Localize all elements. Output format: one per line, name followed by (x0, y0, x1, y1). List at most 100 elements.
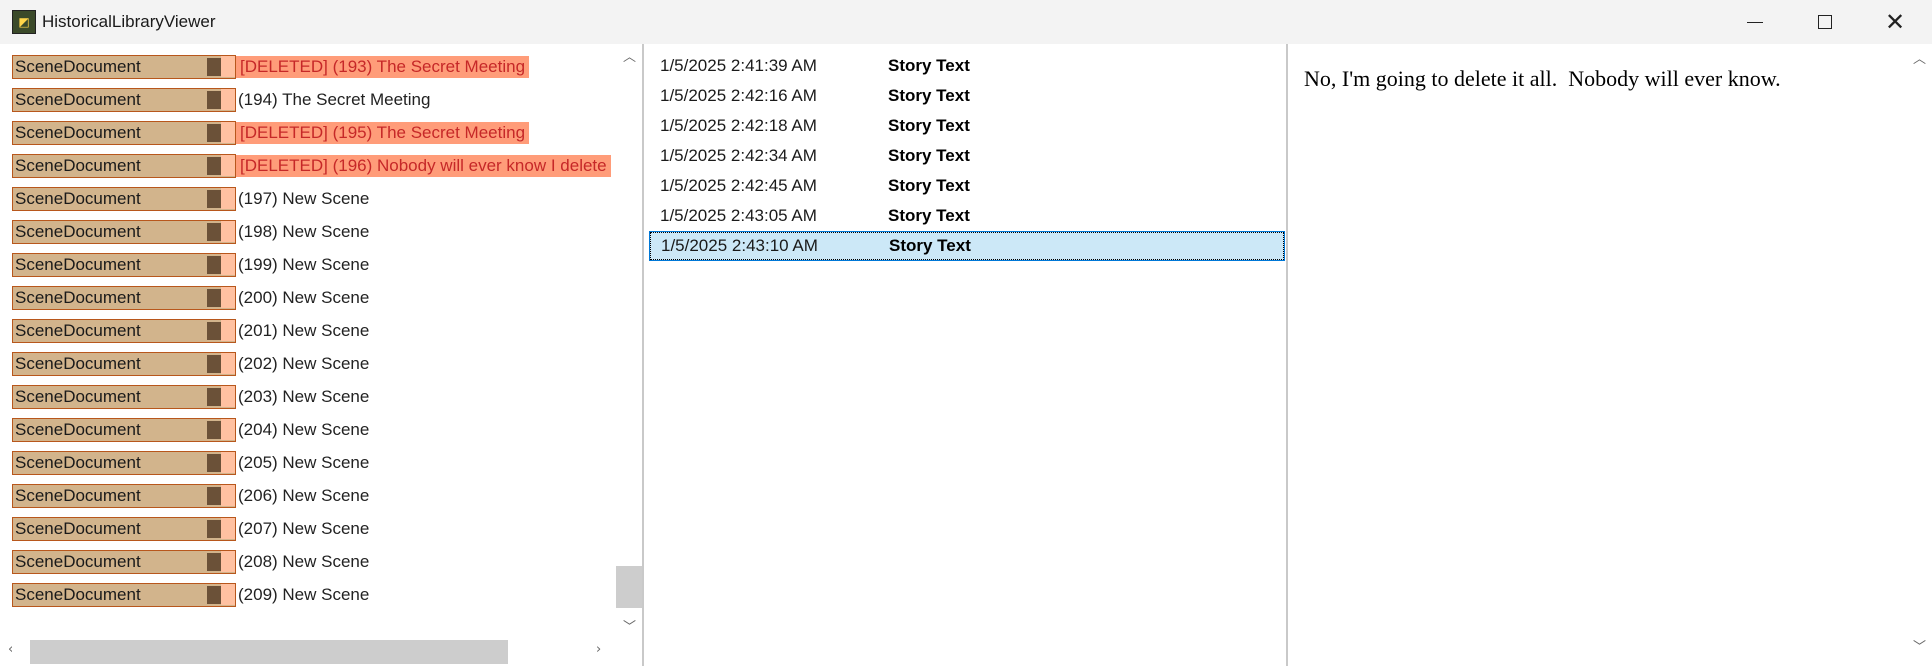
scene-document-tag: SceneDocument (12, 549, 236, 574)
history-row[interactable]: 1/5/2025 2:42:16 AM Story Text (650, 82, 1284, 110)
tag-swatch-dark (207, 552, 221, 571)
tag-swatch-dark (207, 585, 221, 604)
tag-swatch-light (221, 121, 235, 143)
scene-label: (194) The Secret Meeting (238, 89, 431, 109)
tag-label: SceneDocument (15, 122, 141, 142)
scene-document-tag: SceneDocument (12, 186, 236, 211)
scroll-up-icon[interactable]: ︿ (623, 46, 636, 65)
history-entry-type: Story Text (888, 56, 970, 75)
history-entry-type: Story Text (888, 146, 970, 165)
tree-row[interactable]: SceneDocument [DELETED] (193) The Secret … (12, 50, 616, 83)
scroll-up-icon[interactable]: ︿ (1913, 48, 1926, 67)
tag-swatch-dark (207, 255, 221, 274)
scroll-down-icon[interactable]: ﹀ (1913, 636, 1926, 655)
scene-document-tag: SceneDocument (12, 153, 236, 178)
tree-row[interactable]: SceneDocument (201) New Scene (12, 314, 616, 347)
history-row[interactable]: 1/5/2025 2:42:45 AM Story Text (650, 172, 1284, 200)
scene-label: (198) New Scene (238, 221, 370, 241)
tree-row[interactable]: SceneDocument (206) New Scene (12, 479, 616, 512)
scene-label: (205) New Scene (238, 452, 370, 472)
tree-row[interactable]: SceneDocument (207) New Scene (12, 512, 616, 545)
tag-swatch-dark (207, 222, 221, 241)
history-row[interactable]: 1/5/2025 2:42:18 AM Story Text (650, 112, 1284, 140)
scene-document-tag: SceneDocument (12, 450, 236, 475)
tree-row[interactable]: SceneDocument [DELETED] (195) The Secret … (12, 116, 616, 149)
tree-vertical-scrollbar[interactable]: ︿ ﹀ (616, 44, 642, 636)
history-entry-type: Story Text (888, 206, 970, 225)
scroll-down-icon[interactable]: ﹀ (623, 616, 636, 635)
maximize-button[interactable] (1790, 0, 1860, 44)
scene-document-tag: SceneDocument (12, 516, 236, 541)
document-text: No, I'm going to delete it all. Nobody w… (1304, 66, 1781, 91)
tree-horizontal-scroll-thumb[interactable] (30, 640, 508, 664)
tree-vertical-scroll-thumb[interactable] (616, 566, 642, 608)
tag-label: SceneDocument (15, 188, 141, 208)
history-row[interactable]: 1/5/2025 2:41:39 AM Story Text (650, 52, 1284, 80)
history-row-selected[interactable]: 1/5/2025 2:43:10 AM Story Text (649, 231, 1285, 261)
tree-row[interactable]: SceneDocument (194) The Secret Meeting (12, 83, 616, 116)
scene-label: (208) New Scene (238, 551, 370, 571)
tree-row[interactable]: SceneDocument (198) New Scene (12, 215, 616, 248)
tree-row[interactable]: SceneDocument (209) New Scene (12, 578, 616, 611)
minimize-button[interactable] (1720, 0, 1790, 44)
document-preview-pane: No, I'm going to delete it all. Nobody w… (1290, 44, 1932, 666)
tag-label: SceneDocument (15, 452, 141, 472)
tag-swatch-light (221, 517, 235, 539)
tag-swatch-light (221, 319, 235, 341)
tag-label: SceneDocument (15, 287, 141, 307)
preview-vertical-scrollbar[interactable]: ︿ ﹀ (1906, 44, 1932, 666)
tree-row[interactable]: SceneDocument [DELETED] (196) Nobody will… (12, 149, 616, 182)
tag-swatch-dark (207, 420, 221, 439)
scene-document-tag: SceneDocument (12, 252, 236, 277)
history-timestamp: 1/5/2025 2:41:39 AM (660, 56, 817, 75)
tree-row[interactable]: SceneDocument (199) New Scene (12, 248, 616, 281)
scene-label: (199) New Scene (238, 254, 370, 274)
tag-label: SceneDocument (15, 419, 141, 439)
tag-label: SceneDocument (15, 551, 141, 571)
scene-document-tag: SceneDocument (12, 87, 236, 112)
scene-label: (207) New Scene (238, 518, 370, 538)
tree-row[interactable]: SceneDocument (200) New Scene (12, 281, 616, 314)
tag-swatch-dark (207, 321, 221, 340)
history-row[interactable]: 1/5/2025 2:43:05 AM Story Text (650, 202, 1284, 230)
tree-row[interactable]: SceneDocument (202) New Scene (12, 347, 616, 380)
tag-label: SceneDocument (15, 254, 141, 274)
scroll-left-icon[interactable]: ‹ (8, 642, 13, 657)
deleted-scene-label: [DELETED] (195) The Secret Meeting (236, 121, 530, 144)
tree-row[interactable]: SceneDocument (205) New Scene (12, 446, 616, 479)
scene-document-tag: SceneDocument (12, 54, 236, 79)
tag-swatch-light (221, 88, 235, 110)
app-icon: ◩ (12, 10, 36, 34)
tree-row[interactable]: SceneDocument (204) New Scene (12, 413, 616, 446)
tag-swatch-dark (207, 156, 221, 175)
scene-label: (197) New Scene (238, 188, 370, 208)
tag-label: SceneDocument (15, 221, 141, 241)
history-row[interactable]: 1/5/2025 2:42:34 AM Story Text (650, 142, 1284, 170)
scene-label: (200) New Scene (238, 287, 370, 307)
tree-row[interactable]: SceneDocument (208) New Scene (12, 545, 616, 578)
minimize-icon (1747, 21, 1763, 23)
tag-swatch-dark (207, 486, 221, 505)
history-entry-type: Story Text (889, 236, 971, 255)
history-list-pane: 1/5/2025 2:41:39 AM Story Text 1/5/2025 2:… (646, 44, 1288, 666)
scene-label: (206) New Scene (238, 485, 370, 505)
close-button[interactable]: ✕ (1860, 0, 1930, 44)
tree-horizontal-scrollbar[interactable]: ‹ › (0, 636, 616, 664)
tag-swatch-light (221, 352, 235, 374)
scene-label: (204) New Scene (238, 419, 370, 439)
scene-label: (201) New Scene (238, 320, 370, 340)
tag-swatch-dark (207, 288, 221, 307)
history-entry-type: Story Text (888, 176, 970, 195)
history-timestamp: 1/5/2025 2:42:16 AM (660, 86, 817, 105)
history-entry-type: Story Text (888, 116, 970, 135)
scene-document-tag: SceneDocument (12, 417, 236, 442)
tag-swatch-dark (207, 354, 221, 373)
history-timestamp: 1/5/2025 2:42:34 AM (660, 146, 817, 165)
tag-label: SceneDocument (15, 89, 141, 109)
scroll-right-icon[interactable]: › (596, 642, 601, 657)
tag-label: SceneDocument (15, 584, 141, 604)
tree-row[interactable]: SceneDocument (197) New Scene (12, 182, 616, 215)
history-timestamp: 1/5/2025 2:43:10 AM (661, 236, 818, 255)
tag-swatch-light (221, 385, 235, 407)
tree-row[interactable]: SceneDocument (203) New Scene (12, 380, 616, 413)
